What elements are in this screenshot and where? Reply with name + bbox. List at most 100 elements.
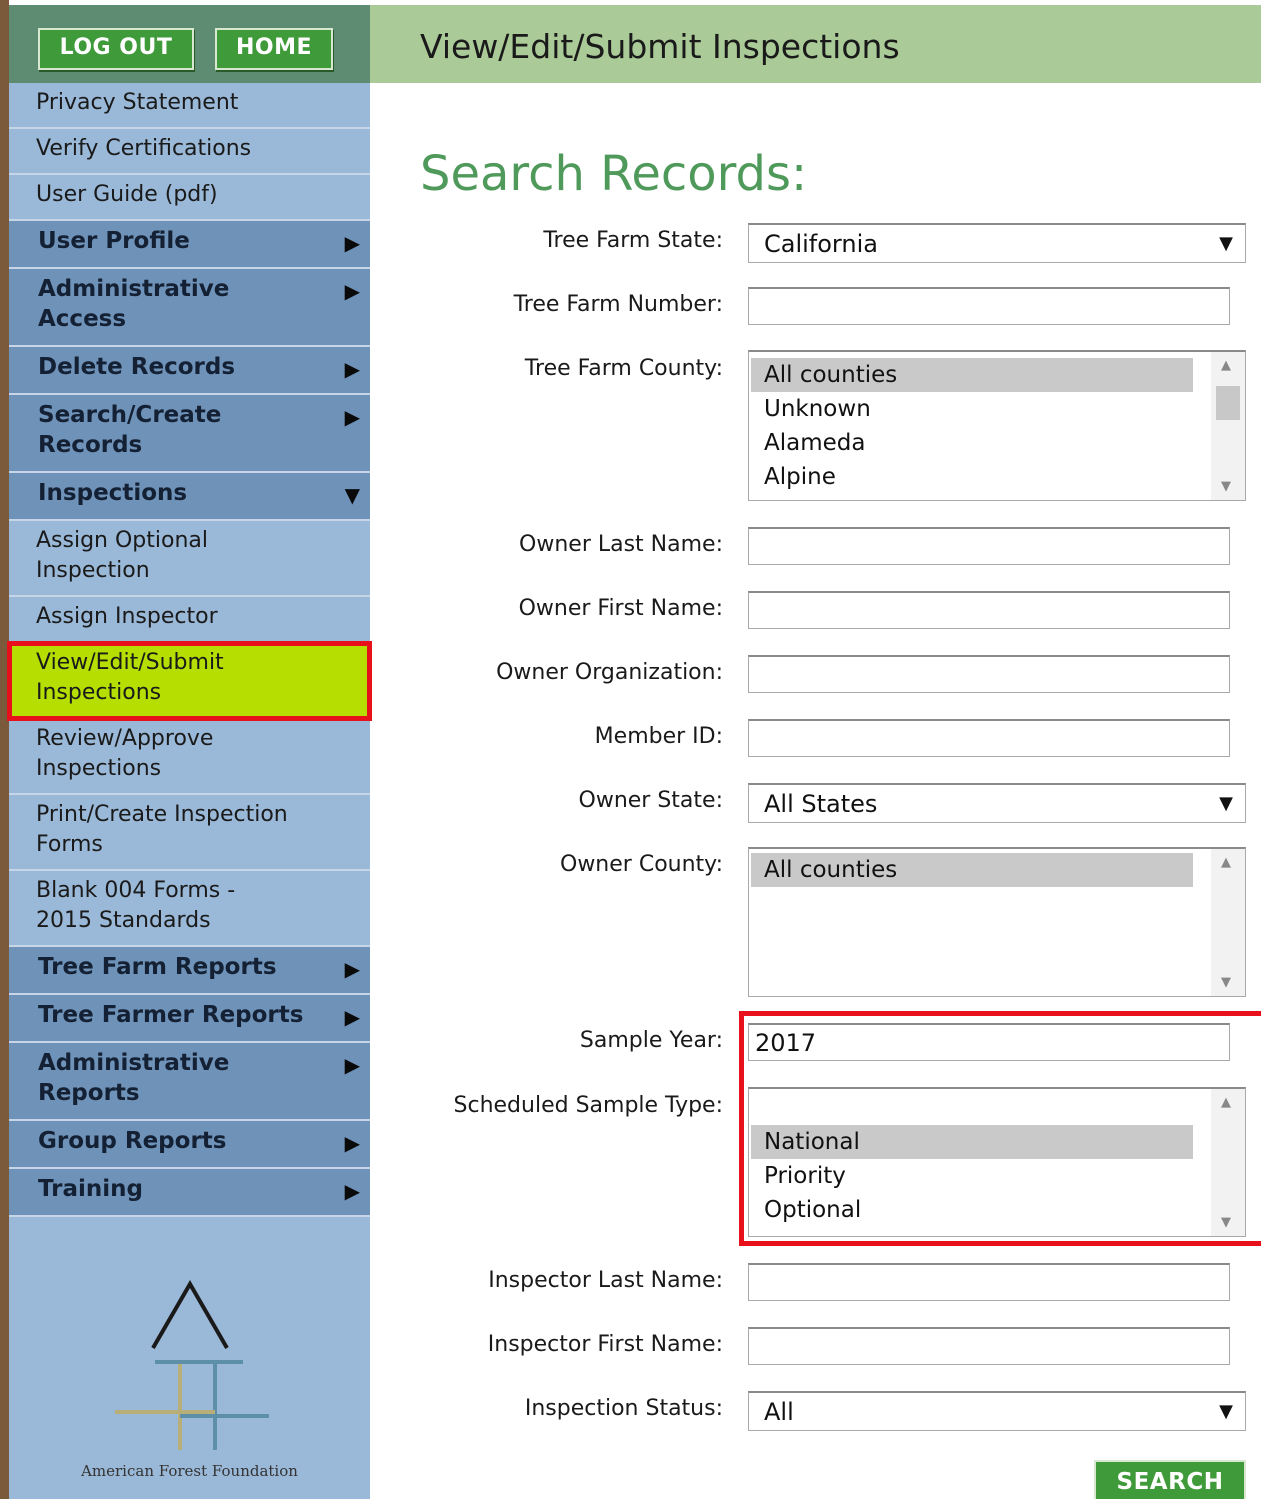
sidebar-category-administrative-reports[interactable]: Administrative Reports ▶: [9, 1043, 370, 1121]
item-label-line: Inspections: [36, 680, 162, 705]
owner-first-name-label: Owner First Name:: [518, 596, 723, 621]
sidebar-item-review-approve-inspections[interactable]: Review/Approve Inspections: [9, 719, 370, 795]
inspector-first-name-input[interactable]: [748, 1327, 1230, 1365]
expand-arrow-icon: ▶: [344, 279, 360, 303]
sidebar-item-print-create-inspection-forms[interactable]: Print/Create Inspection Forms: [9, 795, 370, 871]
listbox-scrollbar[interactable]: ▲ ▼: [1211, 352, 1245, 500]
tree-farm-number-input[interactable]: [748, 287, 1230, 325]
sidebar-category-delete-records[interactable]: Delete Records ▶: [9, 347, 370, 395]
tree-farm-county-label: Tree Farm County:: [524, 356, 723, 381]
item-label-line: Inspections: [36, 756, 162, 781]
owner-organization-input[interactable]: [748, 655, 1230, 693]
window-edge: [0, 0, 9, 1499]
sidebar-menu: Privacy Statement Verify Certifications …: [7, 83, 372, 1217]
sidebar-category-inspections[interactable]: Inspections ▼: [9, 473, 370, 521]
inspection-status-select[interactable]: All ▼: [748, 1391, 1246, 1431]
sidebar-item-view-edit-submit-inspections[interactable]: View/Edit/Submit Inspections: [7, 641, 372, 721]
dropdown-caret-icon: ▼: [1219, 233, 1233, 254]
category-label-line: Records: [38, 432, 143, 458]
scroll-thumb[interactable]: [1216, 386, 1240, 420]
listbox-option[interactable]: Alpine: [751, 460, 1193, 494]
owner-state-select[interactable]: All States ▼: [748, 783, 1246, 823]
sidebar-link-privacy-statement[interactable]: Privacy Statement: [9, 83, 370, 129]
expand-arrow-icon: ▶: [344, 1131, 360, 1155]
search-records-heading: Search Records:: [420, 146, 808, 202]
scheduled-sample-type-label: Scheduled Sample Type:: [453, 1093, 723, 1118]
sidebar-category-search-create-records[interactable]: Search/Create Records ▶: [9, 395, 370, 473]
sidebar-link-verify-certifications[interactable]: Verify Certifications: [9, 129, 370, 175]
page-header: View/Edit/Submit Inspections: [370, 5, 1261, 83]
scroll-up-icon[interactable]: ▲: [1221, 855, 1231, 870]
scroll-down-icon[interactable]: ▼: [1221, 975, 1231, 990]
item-label-line: Forms: [36, 832, 103, 857]
item-label-line: Review/Approve: [36, 726, 214, 751]
tree-farm-number-label: Tree Farm Number:: [513, 292, 723, 317]
logo-caption: American Forest Foundation: [81, 1462, 298, 1480]
tree-farm-county-listbox[interactable]: All counties Unknown Alameda Alpine ▲ ▼: [748, 350, 1246, 501]
owner-state-label: Owner State:: [578, 788, 723, 813]
sidebar-category-administrative-access[interactable]: Administrative Access ▶: [9, 269, 370, 347]
sidebar-item-assign-inspector[interactable]: Assign Inspector: [9, 597, 370, 643]
listbox-option[interactable]: Alameda: [751, 426, 1193, 460]
american-forest-foundation-logo: American Forest Foundation: [9, 1270, 370, 1499]
sidebar-category-tree-farmer-reports[interactable]: Tree Farmer Reports ▶: [9, 995, 370, 1043]
search-button[interactable]: SEARCH: [1094, 1460, 1246, 1499]
dropdown-caret-icon: ▼: [1219, 1401, 1233, 1422]
item-label-line: Blank 004 Forms -: [36, 878, 236, 903]
owner-last-name-label: Owner Last Name:: [519, 532, 723, 557]
sidebar-item-assign-optional-inspection[interactable]: Assign Optional Inspection: [9, 521, 370, 597]
member-id-input[interactable]: [748, 719, 1230, 757]
category-label-line: Administrative: [38, 276, 230, 302]
category-label: Tree Farmer Reports: [38, 1002, 304, 1028]
category-label: Inspections: [38, 480, 188, 506]
expand-arrow-icon: ▶: [344, 405, 360, 429]
home-button[interactable]: HOME: [215, 28, 333, 70]
owner-county-listbox[interactable]: All counties ▲ ▼: [748, 847, 1246, 997]
category-label: Group Reports: [38, 1128, 227, 1154]
owner-first-name-input[interactable]: [748, 591, 1230, 629]
scroll-up-icon[interactable]: ▲: [1221, 358, 1231, 373]
member-id-label: Member ID:: [594, 724, 723, 749]
category-label-line: Search/Create: [38, 402, 222, 428]
sidebar-category-training[interactable]: Training ▶: [9, 1169, 370, 1217]
item-label-line: View/Edit/Submit: [36, 650, 224, 675]
sidebar-category-group-reports[interactable]: Group Reports ▶: [9, 1121, 370, 1169]
category-label: User Profile: [38, 228, 190, 254]
expand-arrow-icon: ▶: [344, 1053, 360, 1077]
listbox-option[interactable]: All counties: [751, 358, 1193, 392]
sidebar-item-blank-004-forms[interactable]: Blank 004 Forms - 2015 Standards: [9, 871, 370, 947]
expand-arrow-icon: ▶: [344, 1005, 360, 1029]
item-label-line: Assign Optional: [36, 528, 209, 553]
logout-button[interactable]: LOG OUT: [38, 28, 194, 70]
tree-farm-state-select[interactable]: California ▼: [748, 223, 1246, 263]
category-label: Delete Records: [38, 354, 236, 380]
selected-value: All: [764, 1398, 794, 1426]
sample-year-label: Sample Year:: [579, 1028, 723, 1053]
inspector-first-name-label: Inspector First Name:: [487, 1332, 723, 1357]
listbox-option[interactable]: Unknown: [751, 392, 1193, 426]
aff-logo-icon: [115, 1280, 269, 1450]
dropdown-caret-icon: ▼: [1219, 793, 1233, 814]
collapse-arrow-icon: ▼: [344, 483, 360, 507]
inspector-last-name-input[interactable]: [748, 1263, 1230, 1301]
owner-last-name-input[interactable]: [748, 527, 1230, 565]
inspector-last-name-label: Inspector Last Name:: [488, 1268, 723, 1293]
expand-arrow-icon: ▶: [344, 231, 360, 255]
category-label-line: Access: [38, 306, 127, 332]
owner-organization-label: Owner Organization:: [496, 660, 723, 685]
listbox-option[interactable]: All counties: [751, 853, 1193, 887]
category-label-line: Administrative: [38, 1050, 230, 1076]
sidebar-category-user-profile[interactable]: User Profile ▶: [9, 221, 370, 269]
listbox-scrollbar[interactable]: ▲ ▼: [1211, 849, 1245, 996]
inspection-status-label: Inspection Status:: [524, 1396, 723, 1421]
sidebar-link-user-guide[interactable]: User Guide (pdf): [9, 175, 370, 221]
category-label-line: Reports: [38, 1080, 140, 1106]
sidebar-category-tree-farm-reports[interactable]: Tree Farm Reports ▶: [9, 947, 370, 995]
expand-arrow-icon: ▶: [344, 357, 360, 381]
scroll-down-icon[interactable]: ▼: [1221, 479, 1231, 494]
page-title: View/Edit/Submit Inspections: [420, 27, 900, 66]
item-label-line: Inspection: [36, 558, 150, 583]
expand-arrow-icon: ▶: [344, 1179, 360, 1203]
item-label-line: 2015 Standards: [36, 908, 211, 933]
selected-value: California: [764, 230, 878, 258]
